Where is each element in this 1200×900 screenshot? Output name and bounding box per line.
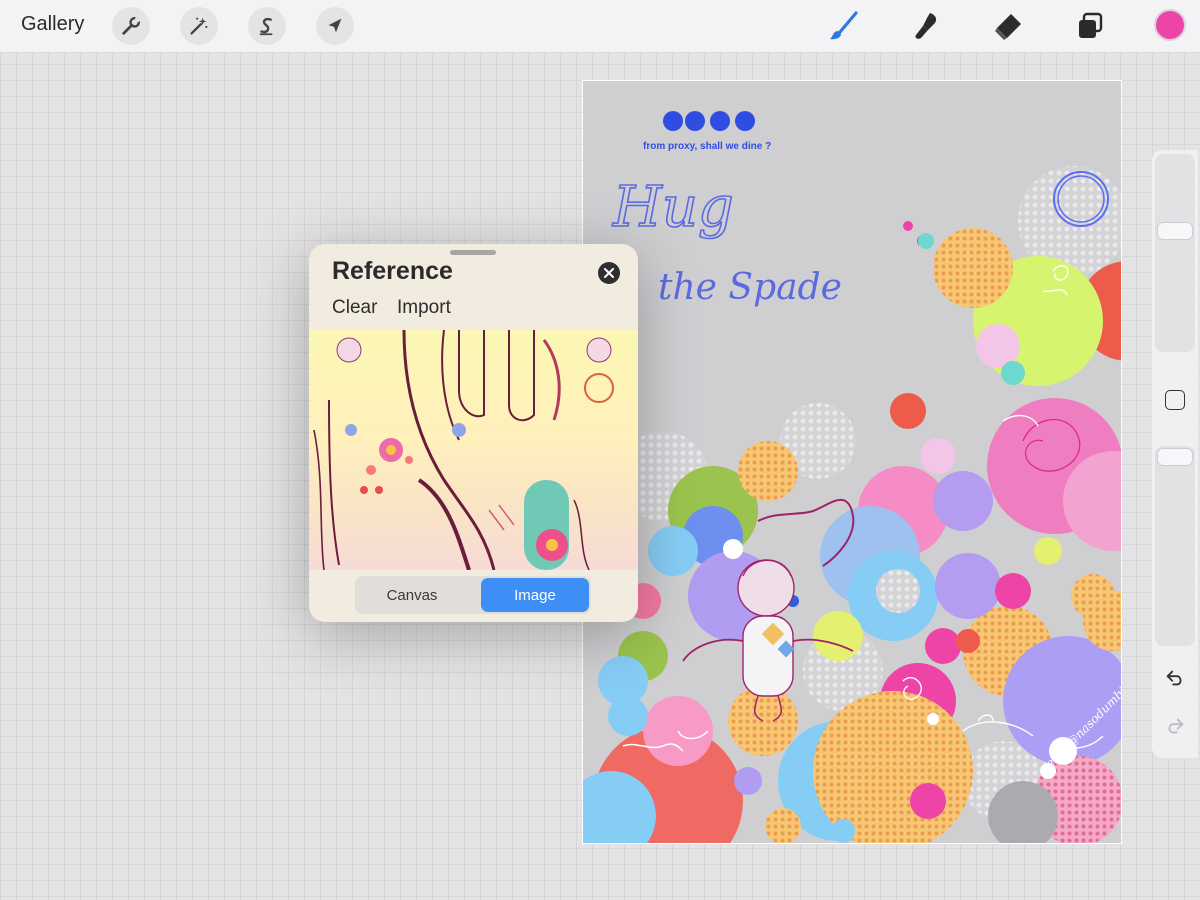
artwork: from proxy, shall we dine ? Hug the Spad… xyxy=(583,111,1121,843)
image-segment[interactable]: Image xyxy=(481,578,589,612)
drawing-canvas[interactable]: from proxy, shall we dine ? Hug the Spad… xyxy=(582,80,1122,844)
undo-button[interactable] xyxy=(1163,666,1187,690)
brush-opacity-thumb[interactable] xyxy=(1157,448,1193,466)
brush-size-slider[interactable] xyxy=(1155,154,1195,352)
transform-button[interactable] xyxy=(316,7,354,45)
redo-icon xyxy=(1168,718,1184,734)
artwork-title-line1: Hug xyxy=(612,175,734,240)
transform-arrow-icon xyxy=(328,18,342,33)
brush-icon xyxy=(830,11,858,40)
reference-image[interactable] xyxy=(309,330,638,570)
import-button[interactable]: Import xyxy=(397,297,451,319)
adjustments-button[interactable] xyxy=(180,7,218,45)
canvas-segment[interactable]: Canvas xyxy=(357,578,467,612)
close-button[interactable] xyxy=(598,262,620,284)
artwork-title-line2: the Spade xyxy=(658,267,842,308)
reference-artwork xyxy=(313,330,614,570)
top-dots-row xyxy=(663,111,755,131)
redo-button[interactable] xyxy=(1163,714,1187,738)
selection-button[interactable] xyxy=(248,7,286,45)
gallery-button[interactable]: Gallery xyxy=(21,13,84,36)
wrench-icon xyxy=(122,16,141,35)
reference-mode-toggle: Canvas Image xyxy=(355,576,591,614)
reference-panel[interactable]: Reference Clear Import Canvas Image xyxy=(309,244,638,622)
brush-tool-button[interactable] xyxy=(827,9,861,43)
layers-button[interactable] xyxy=(1073,9,1107,43)
brush-sidebar xyxy=(1152,150,1198,758)
clear-button[interactable]: Clear xyxy=(332,297,377,319)
eraser-icon xyxy=(995,14,1021,40)
close-icon xyxy=(604,268,614,278)
modify-button[interactable] xyxy=(1165,390,1185,410)
brush-size-thumb[interactable] xyxy=(1157,222,1193,240)
actions-button[interactable] xyxy=(112,7,150,45)
color-picker-button[interactable] xyxy=(1154,9,1186,41)
panel-drag-handle[interactable] xyxy=(450,250,496,255)
top-toolbar: Gallery xyxy=(0,0,1200,53)
reference-title: Reference xyxy=(332,257,453,285)
magic-wand-icon xyxy=(190,17,208,35)
artwork-top-text: from proxy, shall we dine ? xyxy=(643,141,771,152)
selection-icon xyxy=(259,17,273,36)
brush-opacity-slider[interactable] xyxy=(1155,446,1195,646)
eraser-tool-button[interactable] xyxy=(991,9,1025,43)
smudge-icon xyxy=(915,13,937,39)
smudge-tool-button[interactable] xyxy=(909,9,943,43)
layers-icon xyxy=(1079,12,1103,38)
undo-icon xyxy=(1166,670,1182,686)
